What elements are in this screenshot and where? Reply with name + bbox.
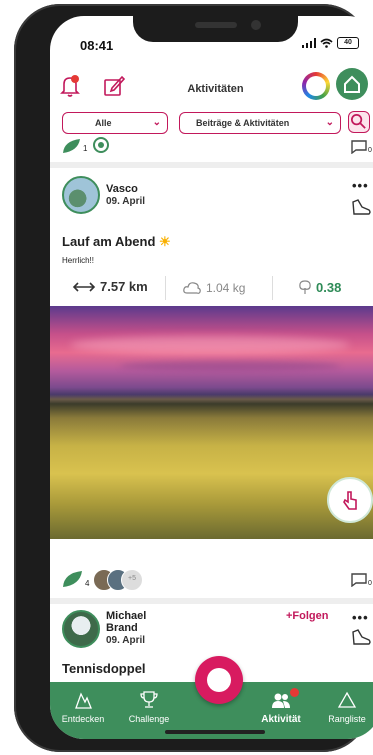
type-filter-value: Alle: [95, 118, 112, 128]
hand-pointer-button[interactable]: [327, 477, 373, 523]
trophy-icon: [140, 691, 158, 708]
notch: [133, 16, 298, 42]
top-bar: Aktivitäten: [50, 60, 373, 108]
co2-cloud-icon: [183, 282, 201, 294]
chevron-down-icon: ⌄: [325, 117, 334, 128]
avatar[interactable]: [62, 176, 100, 214]
status-icons: 40: [302, 37, 359, 49]
more-likers-badge[interactable]: +5: [121, 569, 143, 591]
co2-value: 1.04 kg: [206, 281, 246, 295]
user-last-name[interactable]: Brand: [106, 622, 138, 634]
post-date: 09. April: [106, 196, 146, 207]
reaction-icon: [93, 137, 109, 153]
comment-icon[interactable]: [350, 138, 370, 154]
avatar[interactable]: [62, 610, 100, 648]
tab-label: Rangliste: [328, 714, 366, 724]
status-time: 08:41: [80, 38, 114, 53]
wifi-icon: [320, 38, 333, 48]
score-stat: 0.38: [298, 279, 341, 295]
distance-value: 7.57 km: [100, 279, 148, 294]
tab-label: Entdecken: [61, 714, 105, 724]
filter-bar: Alle ⌄ Beiträge & Aktivitäten ⌄: [50, 111, 373, 138]
distance-arrows-icon: [72, 281, 96, 292]
user-first-name[interactable]: Michael: [106, 610, 146, 622]
record-activity-button[interactable]: [195, 656, 243, 704]
divider: [272, 276, 273, 300]
home-indicator: [165, 730, 265, 734]
tab-entdecken[interactable]: Entdecken: [50, 682, 116, 739]
shoe-icon: [352, 199, 371, 215]
discover-icon: [75, 692, 92, 709]
leaf-icon[interactable]: [62, 138, 82, 154]
tab-label: Aktivität: [261, 714, 301, 725]
user-name[interactable]: Vasco: [106, 183, 138, 195]
social-row: 4 +5 0: [50, 566, 373, 594]
scope-filter-select[interactable]: Beiträge & Aktivitäten ⌄: [179, 112, 341, 134]
sun-emoji: ☀: [159, 234, 171, 249]
leaf-icon[interactable]: [62, 570, 84, 588]
notification-badge: [290, 688, 299, 697]
comments-count: 0: [368, 147, 372, 154]
tab-rangliste[interactable]: Rangliste: [314, 682, 373, 739]
activity-card[interactable]: Vasco 09. April ••• Lauf am Abend ☀ Herr…: [50, 168, 373, 603]
tab-label: Challenge: [128, 714, 170, 724]
distance-stat: 7.57 km: [72, 279, 148, 294]
divider: [165, 276, 166, 300]
follow-button[interactable]: +Folgen: [286, 610, 328, 622]
home-icon: [344, 75, 360, 93]
likes-count: 4: [85, 579, 90, 588]
home-button[interactable]: [336, 68, 368, 100]
record-icon: [207, 668, 231, 692]
likes-count: 1: [83, 144, 88, 153]
battery-icon: 40: [337, 37, 359, 49]
search-button[interactable]: [348, 111, 370, 133]
more-options-button[interactable]: •••: [352, 178, 369, 193]
scope-filter-value: Beiträge & Aktivitäten: [196, 118, 290, 128]
post-date: 09. April: [106, 635, 146, 646]
more-options-button[interactable]: •••: [352, 610, 369, 625]
hand-pointer-icon: [343, 491, 357, 510]
activity-photo[interactable]: [50, 306, 373, 539]
search-icon: [350, 113, 366, 129]
co2-stat: 1.04 kg: [182, 280, 245, 296]
activity-stats: 7.57 km 1.04 kg 0.38: [50, 276, 373, 306]
tree-icon: [299, 280, 311, 294]
activity-title-text: Lauf am Abend: [62, 234, 156, 249]
people-icon: [272, 693, 290, 708]
screen: 08:41 40 Aktivitäten Alle ⌄ Beiträge & A…: [50, 16, 373, 739]
score-value: 0.38: [316, 279, 342, 295]
signal-icon: [302, 38, 316, 48]
activity-title: Tennisdoppel: [62, 661, 146, 676]
type-filter-select[interactable]: Alle ⌄: [62, 112, 168, 134]
comments-count: 0: [368, 580, 372, 587]
shoe-icon: [352, 629, 371, 645]
activity-title: Lauf am Abend ☀: [62, 234, 171, 250]
phone-frame: 08:41 40 Aktivitäten Alle ⌄ Beiträge & A…: [14, 4, 373, 752]
activity-description: Herrlich!!: [62, 256, 95, 265]
triangle-icon: [337, 691, 357, 708]
comment-icon[interactable]: [350, 571, 370, 587]
score-ring-icon[interactable]: [302, 72, 330, 100]
chevron-down-icon: ⌄: [152, 117, 161, 128]
